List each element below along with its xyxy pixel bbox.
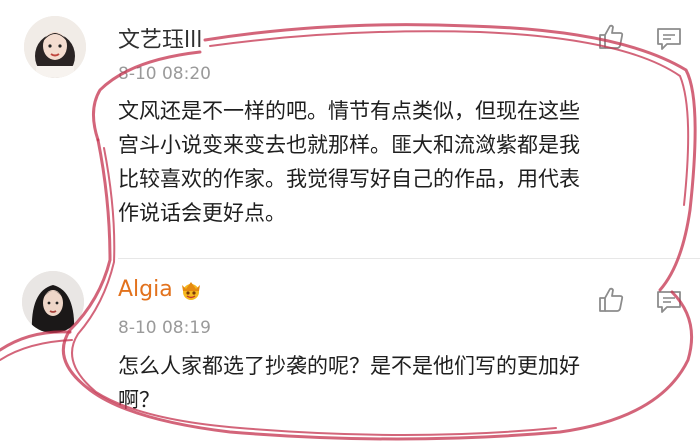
comment-timestamp: 8-10 08:20 <box>118 64 211 84</box>
comment-line: 作说话会更好点。 <box>118 201 286 225</box>
comment-username[interactable]: Algia <box>118 277 173 302</box>
thumbs-up-icon[interactable] <box>596 22 626 52</box>
comment-text: 怎么人家都选了抄袭的呢？是不是他们写的更加好 啊？ <box>118 349 678 417</box>
comment-username[interactable]: 文艺珏lll <box>118 22 202 54</box>
comment-text: 文风还是不一样的吧。情节有点类似，但现在这些 宫斗小说变来变去也就那样。匪大和流… <box>118 94 678 230</box>
avatar[interactable] <box>22 271 84 333</box>
crown-emoji-icon <box>177 279 205 301</box>
comment-item: 文艺珏lll 8-10 08:20 文风还是不一样的吧。情节有点类似，但现在这些… <box>0 0 700 265</box>
comment-line: 啊？ <box>118 388 160 412</box>
comment-line: 文风还是不一样的吧。情节有点类似，但现在这些 <box>118 99 580 123</box>
comment-item: Algia 8-10 08:19 怎么人家都选了抄袭的呢？是不是他们写的更加好 … <box>0 265 700 443</box>
comment-reply-icon[interactable] <box>655 289 683 315</box>
comment-line: 怎么人家都选了抄袭的呢？是不是他们写的更加好 <box>118 354 580 378</box>
comment-timestamp: 8-10 08:19 <box>118 318 211 338</box>
thumbs-up-icon[interactable] <box>596 285 626 315</box>
comment-line: 比较喜欢的作家。我觉得写好自己的作品，用代表 <box>118 167 580 191</box>
divider <box>118 258 700 259</box>
comment-line: 宫斗小说变来变去也就那样。匪大和流潋紫都是我 <box>118 133 580 157</box>
comment-reply-icon[interactable] <box>655 26 683 52</box>
avatar[interactable] <box>24 16 86 78</box>
